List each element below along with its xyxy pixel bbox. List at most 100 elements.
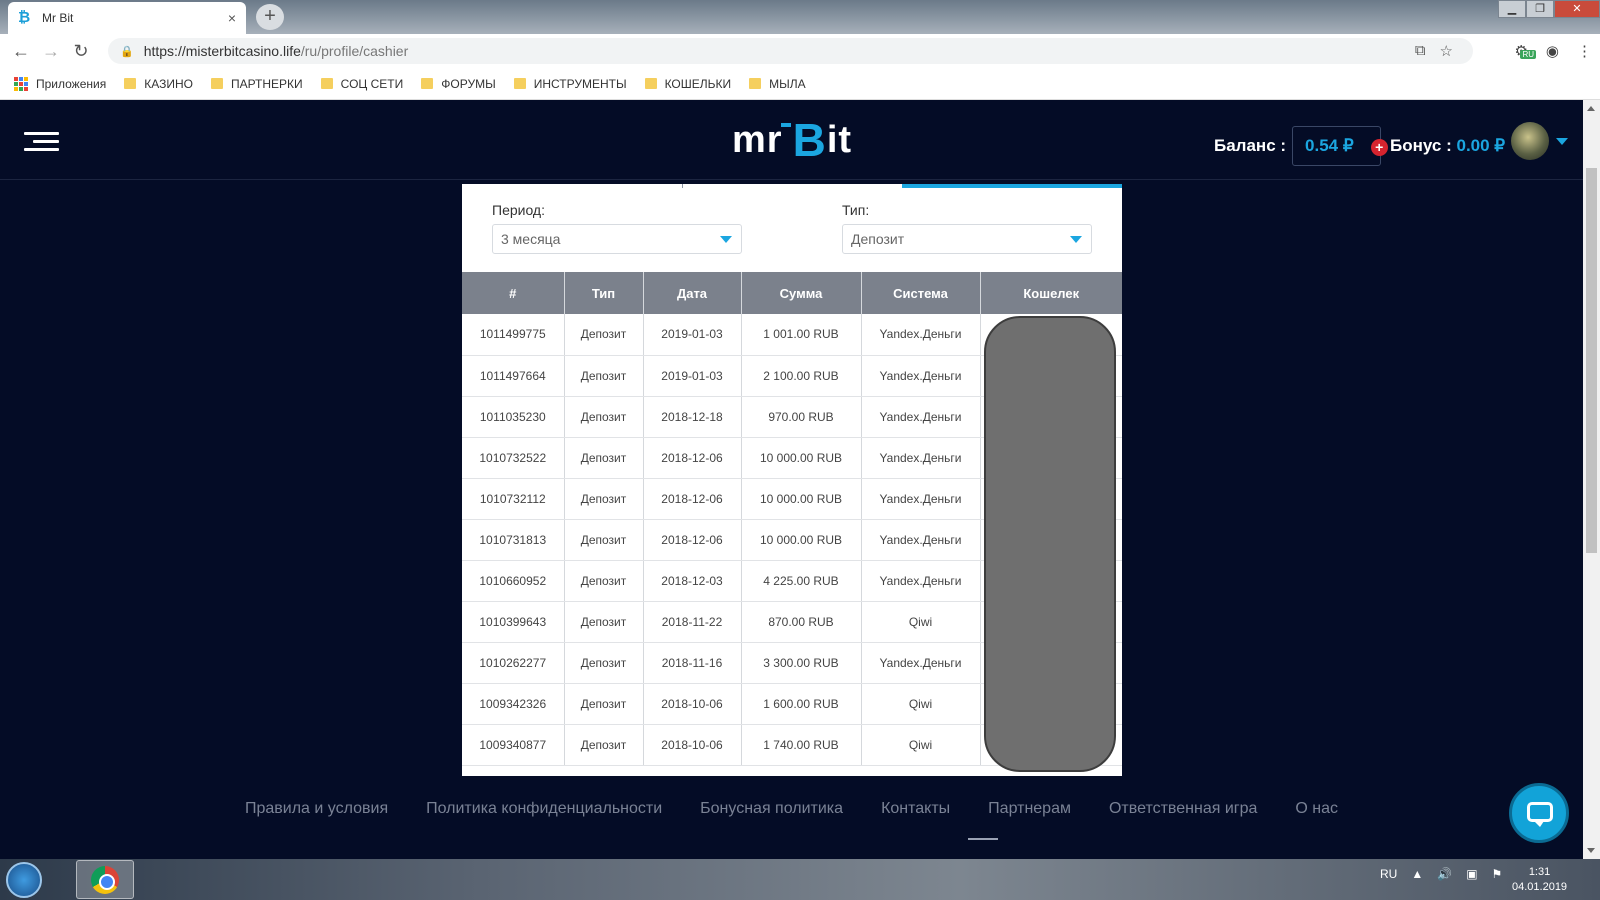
page-scrollbar[interactable]	[1583, 100, 1600, 859]
window-controls: ▁ ❐ ✕	[1498, 0, 1600, 20]
footer-link[interactable]: Ответственная игра	[1109, 800, 1257, 818]
table-cell: Yandex.Деньги	[861, 314, 981, 356]
url-path: /ru/profile/cashier	[300, 43, 409, 59]
table-cell: Yandex.Деньги	[861, 355, 981, 397]
table-cell: Депозит	[564, 642, 644, 684]
bookmark-folder[interactable]: МЫЛА	[749, 77, 806, 91]
menu-kebab-icon[interactable]: ⋮	[1577, 42, 1592, 60]
clock-time: 1:31	[1528, 866, 1551, 878]
taskbar-clock[interactable]: 1:31 04.01.2019	[1512, 865, 1567, 895]
table-cell: Депозит	[564, 560, 644, 602]
table-cell: Yandex.Деньги	[861, 478, 981, 520]
table-cell: 4 225.00 RUB	[741, 560, 862, 602]
table-cell: 2018-10-06	[643, 683, 742, 725]
add-funds-button[interactable]: +	[1370, 139, 1388, 156]
chevron-down-icon	[720, 236, 732, 243]
table-cell: 1010262277	[462, 642, 565, 684]
table-cell: 1 740.00 RUB	[741, 724, 862, 766]
scrollbar-thumb[interactable]	[1586, 168, 1597, 553]
profile-dropdown-chevron-icon[interactable]	[1556, 138, 1568, 145]
reload-icon[interactable]: ↻	[66, 41, 96, 62]
volume-icon[interactable]: 🔊	[1437, 867, 1452, 881]
table-cell: 1010399643	[462, 601, 565, 643]
type-select[interactable]: Депозит	[842, 224, 1092, 254]
window-close-button[interactable]: ✕	[1554, 0, 1600, 18]
minimize-button[interactable]: ▁	[1498, 0, 1526, 18]
cashier-history-panel: Период: 3 месяца Тип: Депозит # Тип Дата Су…	[462, 184, 1122, 776]
tray-expand-icon[interactable]: ▲	[1411, 867, 1423, 881]
scroll-down-icon[interactable]	[1587, 848, 1595, 853]
site-logo[interactable]: mr Bit	[732, 112, 852, 168]
chat-button[interactable]	[1509, 783, 1569, 843]
table-cell: 1009340877	[462, 724, 565, 766]
browser-tab[interactable]: ₿ Mr Bit ×	[8, 2, 246, 34]
column-header: Тип	[564, 272, 644, 314]
table-cell: 1 001.00 RUB	[741, 314, 862, 356]
footer-link[interactable]: Бонусная политика	[700, 800, 843, 818]
table-cell: Депозит	[564, 437, 644, 479]
column-header: Дата	[643, 272, 742, 314]
language-indicator[interactable]: RU	[1380, 867, 1397, 881]
redacted-wallet-overlay	[984, 316, 1116, 772]
table-cell: 2018-12-06	[643, 437, 742, 479]
restore-button[interactable]: ❐	[1526, 0, 1554, 18]
table-cell: 1011035230	[462, 396, 565, 438]
network-icon[interactable]: ▣	[1466, 867, 1477, 881]
forward-arrow-icon[interactable]: →	[36, 41, 66, 62]
browser-title-bar: ₿ Mr Bit × + ▁ ❐ ✕	[0, 0, 1600, 34]
bookmark-folder[interactable]: КОШЕЛЬКИ	[644, 77, 731, 91]
folder-icon	[749, 78, 762, 89]
bonus-widget: Бонус : 0.00 ₽	[1390, 136, 1505, 156]
system-tray: RU ▲ 🔊 ▣ ⚑	[1380, 867, 1502, 881]
footer-link[interactable]: Контакты	[881, 800, 950, 818]
table-cell: Yandex.Деньги	[861, 519, 981, 561]
address-bar[interactable]: 🔒 https://misterbitcasino.life/ru/profil…	[108, 38, 1473, 64]
table-cell: Депозит	[564, 478, 644, 520]
period-select[interactable]: 3 месяца	[492, 224, 742, 254]
hamburger-menu-icon[interactable]	[24, 132, 59, 156]
table-cell: 2018-11-22	[643, 601, 742, 643]
panel-tab-indicator	[462, 184, 1122, 188]
scroll-up-icon[interactable]	[1587, 106, 1595, 111]
table-cell: 10 000.00 RUB	[741, 478, 862, 520]
table-cell: 2018-11-16	[643, 642, 742, 684]
footer-link[interactable]: Политика конфиденциальности	[426, 800, 662, 818]
apps-grid-icon	[14, 76, 28, 91]
start-button[interactable]	[6, 862, 42, 898]
table-cell: Qiwi	[861, 724, 981, 766]
new-tab-button[interactable]: +	[256, 4, 284, 30]
bookmark-folder[interactable]: СОЦ СЕТИ	[320, 77, 403, 91]
taskbar-chrome-app[interactable]	[76, 860, 134, 899]
chat-bubble-icon	[1527, 802, 1553, 827]
avatar[interactable]	[1511, 122, 1549, 160]
tab-close-icon[interactable]: ×	[228, 10, 236, 26]
table-cell: 2018-10-06	[643, 724, 742, 766]
period-label: Период:	[492, 202, 545, 218]
chevron-down-icon	[1070, 236, 1082, 243]
table-cell: 1010732112	[462, 478, 565, 520]
footer-link[interactable]: Партнерам	[988, 800, 1071, 818]
table-cell: Депозит	[564, 724, 644, 766]
bookmark-star-icon[interactable]: ☆	[1440, 42, 1453, 60]
bookmark-apps[interactable]: Приложения	[14, 76, 106, 91]
footer-link[interactable]: О нас	[1295, 800, 1338, 818]
table-cell: Qiwi	[861, 601, 981, 643]
bookmark-folder[interactable]: КАЗИНО	[124, 77, 193, 91]
table-cell: 1011499775	[462, 314, 565, 356]
table-cell: 10 000.00 RUB	[741, 437, 862, 479]
action-center-flag-icon[interactable]: ⚑	[1492, 867, 1503, 881]
bookmark-folder[interactable]: ПАРТНЕРКИ	[210, 77, 303, 91]
translate-icon[interactable]: ⧉	[1415, 42, 1426, 60]
back-arrow-icon[interactable]: ←	[6, 41, 36, 62]
profile-panda-icon[interactable]: ◉	[1546, 42, 1559, 60]
table-cell: 1 600.00 RUB	[741, 683, 862, 725]
period-select-value: 3 месяца	[501, 231, 561, 247]
column-header: Сумма	[741, 272, 862, 314]
bookmark-folder[interactable]: ИНСТРУМЕНТЫ	[513, 77, 627, 91]
footer-link[interactable]: Правила и условия	[245, 800, 388, 818]
site-viewport: mr Bit Баланс : 0.54 ₽ + Бонус : 0.00 ₽ …	[0, 100, 1583, 859]
footer-links: Правила и условия Политика конфиденциальн…	[0, 800, 1583, 818]
bonus-value: 0.00 ₽	[1456, 136, 1506, 155]
bookmark-folder[interactable]: ФОРУМЫ	[421, 77, 496, 91]
extension-icon[interactable]: ⚙RU	[1514, 42, 1537, 60]
